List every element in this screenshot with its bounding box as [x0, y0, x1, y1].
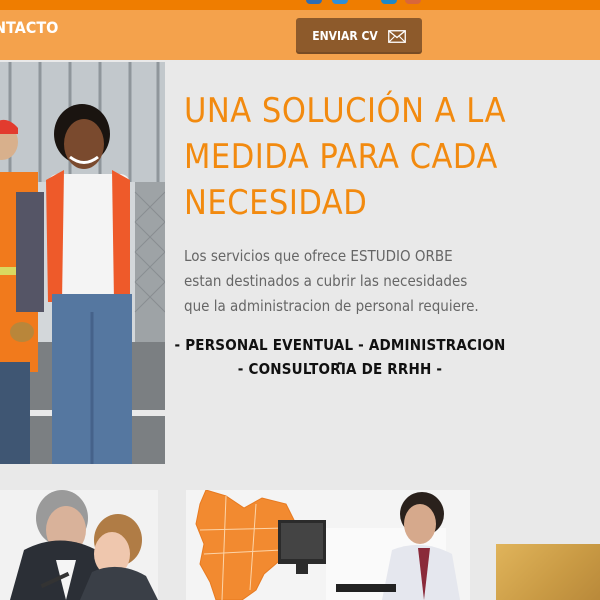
services-description: Los servicios que ofrece ESTUDIO ORBE es…	[184, 247, 479, 315]
top-accent-bar	[0, 0, 600, 10]
social-icon-1[interactable]	[306, 0, 322, 4]
business-team-photo	[0, 490, 158, 600]
map-office-photo	[186, 490, 470, 600]
social-icon-3[interactable]	[381, 0, 397, 4]
send-cv-button[interactable]: ENVIAR CV	[296, 18, 422, 54]
gold-photo-partial	[496, 544, 600, 600]
social-icon-2[interactable]	[332, 0, 348, 4]
nav-link-contacto[interactable]: NTACTO	[0, 18, 58, 37]
headline-line-3: NECESIDAD	[184, 183, 368, 223]
send-cv-label: ENVIAR CV	[312, 29, 378, 43]
workers-photo	[0, 62, 165, 464]
services-list-line-2: - CONSULTORIA DE RRHH -	[237, 360, 443, 378]
envelope-icon	[387, 29, 406, 43]
nav-bar: NTACTO ENVIAR CV	[0, 10, 600, 60]
headline-line-2: MEDIDA PARA CADA	[184, 137, 498, 177]
headline-line-1: UNA SOLUCIÓN A LA	[184, 91, 507, 131]
page-title: UNA SOLUCIÓN A LA MEDIDA PARA CADA NECES…	[184, 88, 584, 226]
social-icon-4[interactable]	[405, 0, 421, 4]
